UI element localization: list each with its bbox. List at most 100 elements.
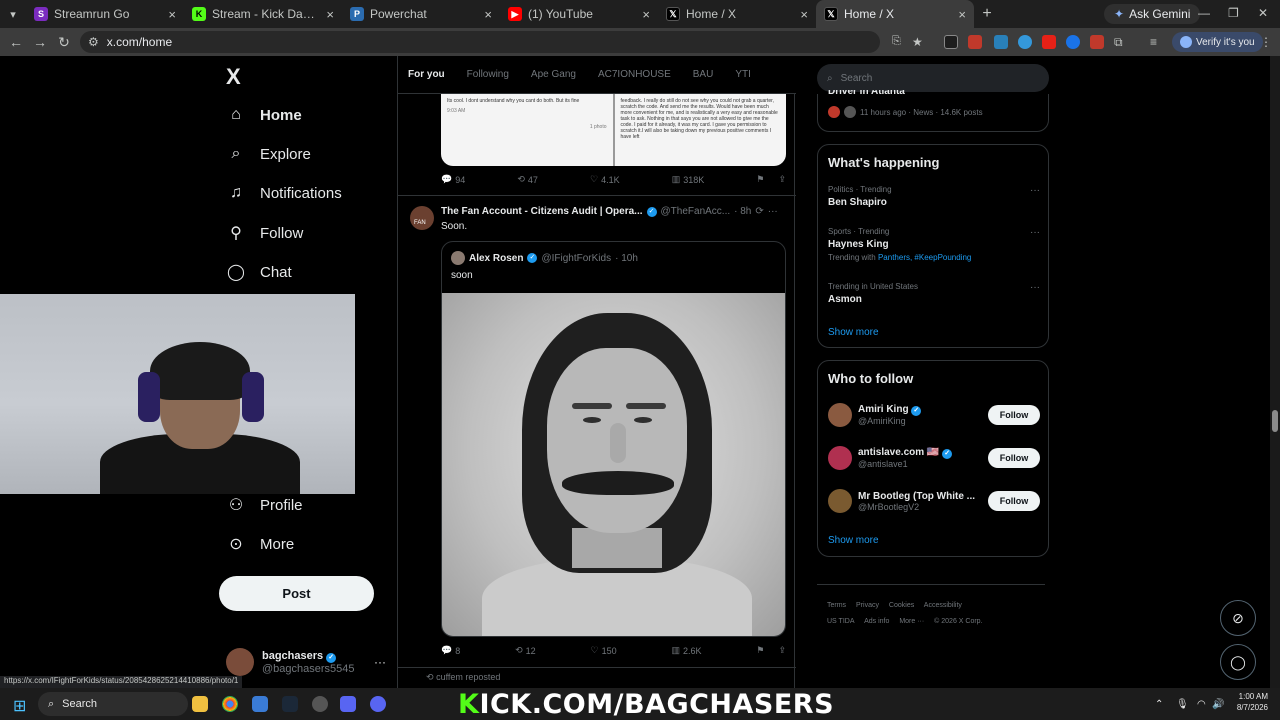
settings-icon[interactable] xyxy=(312,696,328,712)
taskbar-search[interactable]: ⌕ Search xyxy=(38,692,188,716)
follow-suggestion[interactable]: antislave.com 🇺🇸 ✓ @antislave1 Follow xyxy=(828,442,1040,474)
grok-button[interactable]: ⊘ xyxy=(1220,600,1256,636)
extension-icon[interactable] xyxy=(994,35,1008,49)
more-dots-icon[interactable]: ··· xyxy=(1030,282,1040,293)
steam-icon[interactable] xyxy=(282,696,298,712)
trend-item[interactable]: Politics · Trending Ben Shapiro ··· xyxy=(828,185,1040,208)
app-icon[interactable] xyxy=(370,696,386,712)
follow-button[interactable]: Follow xyxy=(988,405,1040,425)
ask-gemini-button[interactable]: ✦ Ask Gemini xyxy=(1104,4,1201,24)
footer-link[interactable]: US TIDA xyxy=(827,618,855,625)
grok-icon[interactable]: ⟳ xyxy=(755,206,763,217)
extensions-puzzle-icon[interactable]: ⧉ xyxy=(1114,35,1128,49)
taskbar-clock[interactable]: 1:00 AM 8/7/2026 xyxy=(1226,691,1268,713)
footer-link[interactable]: Cookies xyxy=(889,602,914,609)
tab-bau[interactable]: BAU xyxy=(693,69,714,80)
views-button[interactable]: ▥ 2.6K xyxy=(671,645,701,656)
tab-powerchat[interactable]: P Powerchat × xyxy=(342,0,500,28)
tab-yti[interactable]: YTI xyxy=(735,69,751,80)
repost-button[interactable]: ⟲ 47 xyxy=(517,174,538,185)
tab-kick-dashboard[interactable]: K Stream - Kick Dashboard × xyxy=(184,0,342,28)
author-handle[interactable]: @TheFanAcc... xyxy=(661,206,731,217)
extension-icon[interactable] xyxy=(1042,35,1056,49)
site-info-icon[interactable]: ⚙ xyxy=(88,35,99,49)
quoted-post[interactable]: Alex Rosen ✓ @IFightForKids · 10h soon xyxy=(441,241,786,637)
views-button[interactable]: ▥ 318K xyxy=(672,174,705,185)
tab-x-home-active[interactable]: 𝕏 Home / X × xyxy=(816,0,974,28)
chrome-icon[interactable] xyxy=(222,696,238,712)
repost-button[interactable]: ⟲ 12 xyxy=(515,645,536,656)
close-icon[interactable]: × xyxy=(800,7,808,22)
install-icon[interactable]: ⎘ xyxy=(892,35,906,49)
volume-icon[interactable]: 🔊 xyxy=(1212,699,1224,710)
discord-icon[interactable] xyxy=(340,696,356,712)
close-icon[interactable]: × xyxy=(958,7,966,22)
post-button[interactable]: Post xyxy=(219,576,374,611)
trend-title[interactable]: Driver in Atlanta xyxy=(828,90,905,98)
sidebar-item-profile[interactable]: ⚇ Profile xyxy=(226,495,303,515)
windows-start-icon[interactable]: ⊞ xyxy=(13,696,26,716)
like-button[interactable]: ♡ 150 xyxy=(591,645,617,656)
show-more-link[interactable]: Show more xyxy=(828,327,879,338)
forward-icon[interactable]: → xyxy=(28,34,52,50)
close-icon[interactable]: × xyxy=(168,7,176,22)
file-explorer-icon[interactable] xyxy=(192,696,208,712)
scrollbar[interactable] xyxy=(1270,56,1280,688)
browser-menu-icon[interactable]: ⋮ xyxy=(1260,35,1274,49)
sidebar-item-follow[interactable]: ⚲ Follow xyxy=(226,223,303,243)
verify-profile-button[interactable]: Verify it's you xyxy=(1172,32,1263,52)
tab-search-button[interactable]: ▾ xyxy=(0,3,26,25)
trend-item[interactable]: Sports · Trending Haynes King Trending w… xyxy=(828,227,1040,262)
tab-following[interactable]: Following xyxy=(467,69,509,80)
microphone-icon[interactable]: 🎙 xyxy=(1176,699,1189,710)
footer-link[interactable]: Privacy xyxy=(856,602,879,609)
wifi-icon[interactable]: ◠ xyxy=(1197,699,1206,710)
follow-button[interactable]: Follow xyxy=(988,491,1040,511)
more-dots-icon[interactable]: ··· xyxy=(1030,185,1040,196)
tab-ape-gang[interactable]: Ape Gang xyxy=(531,69,576,80)
sidebar-item-more[interactable]: ⊙ More xyxy=(226,534,294,554)
reload-icon[interactable]: ↻ xyxy=(52,34,76,51)
close-icon[interactable]: × xyxy=(326,7,334,22)
reply-button[interactable]: 💬 94 xyxy=(441,174,465,185)
tab-actionhouse[interactable]: AC7IONHOUSE xyxy=(598,69,671,80)
trend-item[interactable]: Trending in United States Asmon ··· xyxy=(828,282,1040,305)
post-time[interactable]: · 8h xyxy=(734,206,751,217)
bookmark-icon[interactable]: ⚑ xyxy=(756,645,764,656)
app-icon[interactable] xyxy=(252,696,268,712)
quote-image[interactable] xyxy=(442,293,785,636)
new-tab-button[interactable]: + xyxy=(974,5,1000,23)
share-icon[interactable]: ⇪ xyxy=(778,645,786,656)
sidebar-item-explore[interactable]: ⌕ Explore xyxy=(226,145,311,163)
messages-button[interactable]: ◯ xyxy=(1220,644,1256,680)
more-dots-icon[interactable]: ··· xyxy=(1030,227,1040,238)
tab-streamrun[interactable]: S Streamrun Go × xyxy=(26,0,184,28)
sidebar-item-notifications[interactable]: ♫ Notifications xyxy=(226,184,342,202)
account-switcher[interactable]: bagchasers ✓ @bagchasers5545 ··· xyxy=(226,642,386,682)
follow-button[interactable]: Follow xyxy=(988,448,1040,468)
share-icon[interactable]: ⇪ xyxy=(778,174,786,185)
follow-suggestion[interactable]: Mr Bootleg (Top White ... @MrBootlegV2 F… xyxy=(828,485,1040,517)
window-close-icon[interactable]: ✕ xyxy=(1258,6,1268,20)
bookmark-star-icon[interactable]: ★ xyxy=(912,35,926,49)
show-more-link[interactable]: Show more xyxy=(828,535,879,546)
follow-suggestion[interactable]: Amiri King ✓ @AmiriKing Follow xyxy=(828,399,1040,431)
close-icon[interactable]: × xyxy=(484,7,492,22)
back-icon[interactable]: ← xyxy=(4,34,28,50)
minimize-icon[interactable]: — xyxy=(1198,6,1210,20)
post-image[interactable]: Its cool. I dont understand why you cant… xyxy=(441,94,786,166)
footer-link[interactable]: Ads info xyxy=(864,618,889,625)
extension-icon[interactable] xyxy=(968,35,982,49)
extension-icon[interactable] xyxy=(1018,35,1032,49)
avatar[interactable]: FAN xyxy=(410,206,434,230)
maximize-icon[interactable]: ❐ xyxy=(1228,6,1239,20)
close-icon[interactable]: × xyxy=(642,7,650,22)
reading-list-icon[interactable]: ≡ xyxy=(1150,35,1164,49)
author-name[interactable]: The Fan Account - Citizens Audit | Opera… xyxy=(441,206,643,217)
footer-link[interactable]: Accessibility xyxy=(924,602,962,609)
extension-icon[interactable] xyxy=(1066,35,1080,49)
like-button[interactable]: ♡ 4.1K xyxy=(590,174,620,185)
scrollbar-thumb[interactable] xyxy=(1272,410,1278,432)
extension-icon[interactable] xyxy=(944,35,958,49)
sidebar-item-chat[interactable]: ◯ Chat xyxy=(226,262,292,282)
